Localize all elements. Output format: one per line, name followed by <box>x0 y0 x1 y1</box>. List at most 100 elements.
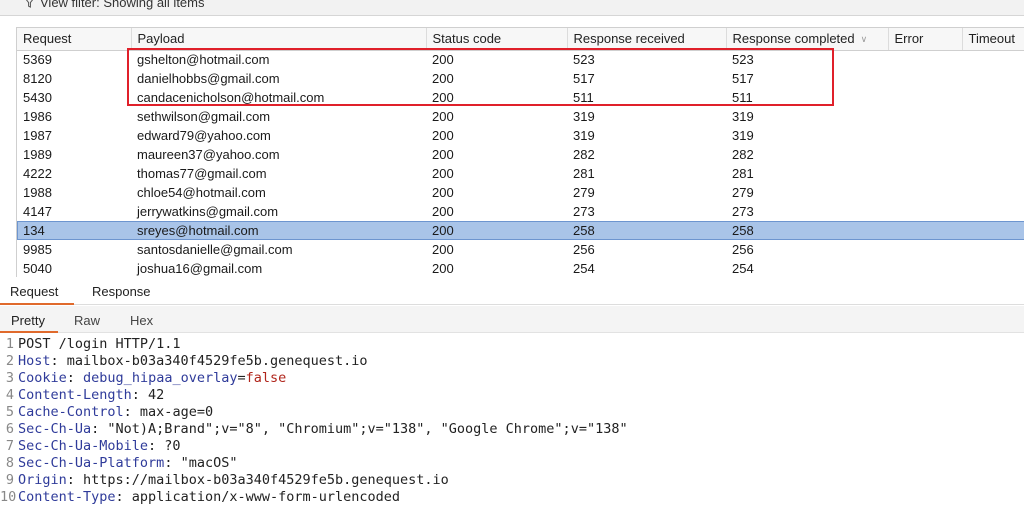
code-line: 4 Content-Length: 42 <box>0 387 1024 404</box>
cell-timeout <box>962 183 1024 202</box>
cell-request: 8120 <box>23 71 52 86</box>
cell-payload: sethwilson@gmail.com <box>137 109 271 124</box>
cell-response-received: 279 <box>573 185 595 200</box>
cell-response-completed: 511 <box>732 90 753 105</box>
header-name: Sec-Ch-Ua-Mobile <box>18 438 149 454</box>
header-name: Content-Type <box>18 489 116 505</box>
cell-response-completed: 517 <box>732 71 754 86</box>
header-value: : "Not)A;Brand";v="8", "Chromium";v="138… <box>91 421 628 437</box>
cell-timeout <box>962 107 1024 126</box>
tab-response[interactable]: Response <box>92 284 151 299</box>
cell-status-code: 200 <box>432 52 454 68</box>
results-table[interactable]: Request Payload Status code Response rec… <box>16 27 1024 277</box>
header-value: : 42 <box>131 387 165 403</box>
code-line: 5 Cache-Control: max-age=0 <box>0 404 1024 421</box>
table-row[interactable]: 4147 jerrywatkins@gmail.com 200 273 273 <box>17 202 1024 221</box>
tab-raw[interactable]: Raw <box>74 313 100 328</box>
table-row[interactable]: 8120 danielhobbs@gmail.com 200 517 517 <box>17 69 1024 88</box>
cell-status-code: 200 <box>432 185 454 200</box>
cell-response-completed: 256 <box>732 242 754 257</box>
table-row[interactable]: 4222 thomas77@gmail.com 200 281 281 <box>17 164 1024 183</box>
view-mode-tabs: Pretty Raw Hex <box>0 306 1024 333</box>
column-header-error[interactable]: Error <box>888 28 963 51</box>
column-header-response-received[interactable]: Response received <box>567 28 727 51</box>
header-name: debug_hipaa_overlay <box>83 370 238 386</box>
cell-timeout <box>962 202 1024 221</box>
cell-error <box>888 88 962 107</box>
tab-pretty[interactable]: Pretty <box>11 313 45 328</box>
cell-request: 5369 <box>23 52 52 68</box>
header-name: Cookie <box>18 370 67 386</box>
cell-payload: candacenicholson@hotmail.com <box>137 90 325 105</box>
tab-hex[interactable]: Hex <box>130 313 153 328</box>
cell-status-code: 200 <box>426 221 567 240</box>
cell-error <box>888 202 962 221</box>
cell-timeout <box>962 164 1024 183</box>
cell-payload: sreyes@hotmail.com <box>131 221 426 240</box>
cell-payload: jerrywatkins@gmail.com <box>137 204 279 219</box>
header-name: Cache-Control <box>18 404 124 420</box>
cell-payload: santosdanielle@gmail.com <box>137 242 293 257</box>
cell-response-completed: 273 <box>732 204 754 219</box>
code-line: 3 Cookie: debug_hipaa_overlay = false <box>0 370 1024 387</box>
cell-timeout <box>962 221 1024 240</box>
cell-request: 1986 <box>23 109 52 124</box>
column-header-timeout[interactable]: Timeout <box>962 28 1024 51</box>
header-value: false <box>245 370 287 386</box>
line-number: 5 <box>5 404 14 420</box>
cell-error <box>888 240 962 259</box>
column-header-status-code[interactable]: Status code <box>426 28 568 51</box>
cell-response-received: 258 <box>567 221 726 240</box>
cell-error <box>888 107 962 126</box>
table-row[interactable]: 1988 chloe54@hotmail.com 200 279 279 <box>17 183 1024 202</box>
table-row[interactable]: 5369 gshelton@hotmail.com 200 523 523 <box>17 50 1024 69</box>
line-number: 2 <box>5 353 14 369</box>
table-row[interactable]: 5430 candacenicholson@hotmail.com 200 511 51… <box>17 88 1024 107</box>
cell-response-received: 254 <box>573 261 595 276</box>
cell-payload: joshua16@gmail.com <box>137 261 263 276</box>
cell-status-code: 200 <box>432 128 454 143</box>
cell-error <box>888 145 962 164</box>
cell-request: 1989 <box>23 147 52 162</box>
header-value: = <box>237 370 246 386</box>
cell-response-received: 523 <box>573 52 595 68</box>
table-row[interactable]: 9985 santosdanielle@gmail.com 200 256 256 <box>17 240 1024 259</box>
code-line: 1 POST /login HTTP/1.1 <box>0 336 1024 353</box>
cell-response-completed: 281 <box>732 166 754 181</box>
line-number: 3 <box>5 370 14 386</box>
line-number: 10 <box>0 489 17 505</box>
cell-status-code: 200 <box>432 90 454 105</box>
table-row[interactable]: 134 sreyes@hotmail.com 200 258 258 <box>17 221 1024 240</box>
table-row[interactable]: 1989 maureen37@yahoo.com 200 282 282 <box>17 145 1024 164</box>
filter-funnel-icon <box>25 0 34 8</box>
cell-status-code: 200 <box>432 147 454 162</box>
tab-request[interactable]: Request <box>10 284 58 299</box>
active-tab-indicator <box>0 303 74 305</box>
cell-status-code: 200 <box>432 166 454 181</box>
table-row[interactable]: 5040 joshua16@gmail.com 200 254 254 <box>17 259 1024 277</box>
cell-error <box>888 183 962 202</box>
cell-status-code: 200 <box>432 242 454 257</box>
cell-request: 4222 <box>23 166 52 181</box>
view-filter-label: View filter: Showing all items <box>40 0 205 10</box>
cell-response-completed: 282 <box>732 147 754 162</box>
view-filter-bar[interactable]: View filter: Showing all items <box>0 0 1024 16</box>
view-filter[interactable]: View filter: Showing all items <box>24 0 205 10</box>
cell-status-code: 200 <box>432 261 454 276</box>
header-name: Host <box>18 353 51 369</box>
column-header-response-completed[interactable]: Response completed ∨ <box>726 28 889 51</box>
cell-error <box>888 50 962 69</box>
header-name: Content-Length <box>18 387 132 403</box>
cell-response-completed: 279 <box>732 185 754 200</box>
cell-error <box>888 164 962 183</box>
cell-request: 5040 <box>23 261 52 276</box>
cell-status-code: 200 <box>432 204 454 219</box>
request-editor[interactable]: 1 POST /login HTTP/1.1 2 Host: mailbox-b03a… <box>0 336 1024 507</box>
table-row[interactable]: 1987 edward79@yahoo.com 200 319 319 <box>17 126 1024 145</box>
column-header-payload[interactable]: Payload <box>131 28 427 51</box>
column-header-request[interactable]: Request <box>17 28 132 51</box>
cell-timeout <box>962 240 1024 259</box>
cell-response-received: 256 <box>573 242 595 257</box>
cell-timeout <box>962 69 1024 88</box>
table-row[interactable]: 1986 sethwilson@gmail.com 200 319 319 <box>17 107 1024 126</box>
